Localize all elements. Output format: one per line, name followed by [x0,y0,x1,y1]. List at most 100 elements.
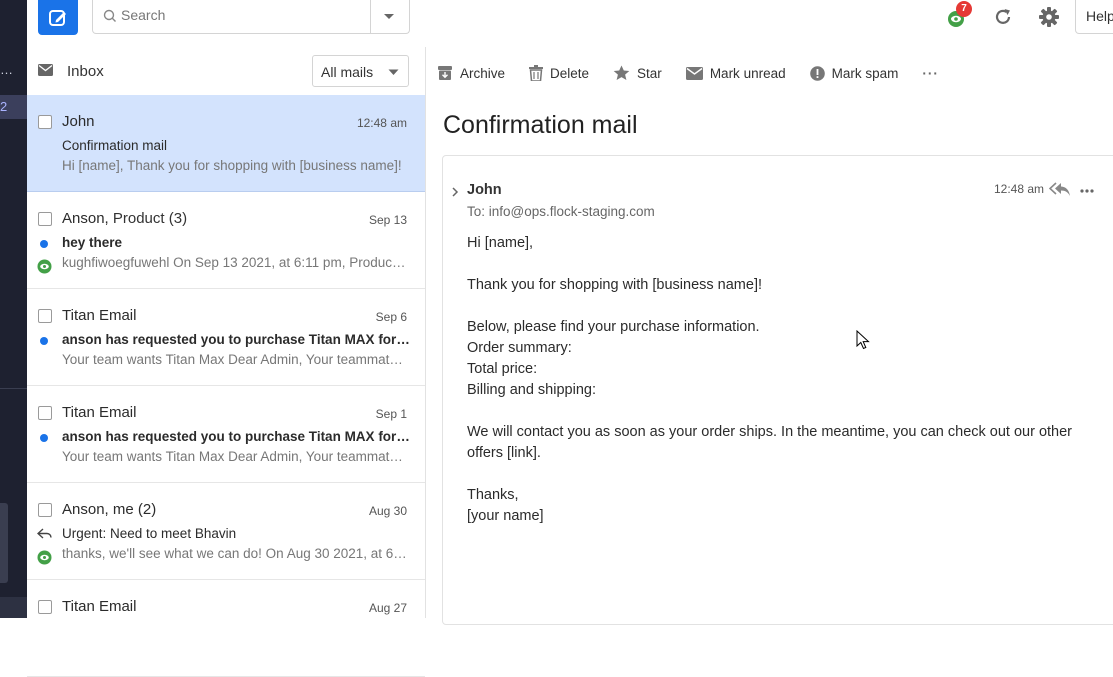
body-line: We will contact you as soon as your orde… [467,424,1073,461]
body-line: Thanks, [467,487,519,503]
mail-row[interactable]: Titan Email Sep 1 anson has requested yo… [27,386,425,483]
row-sender: Anson, me (2) [62,501,157,518]
mail-row[interactable]: Anson, me (2) Aug 30 Urgent: Need to mee… [27,483,425,580]
chevron-down-icon [388,69,399,75]
mail-row[interactable]: Anson, Product (3) Sep 13 hey there kugh… [27,192,425,289]
mark-spam-label: Mark spam [831,65,899,81]
mouse-cursor-icon [856,330,870,350]
row-sender: John [62,113,95,130]
body-line: Order summary: [467,340,572,356]
mark-unread-button[interactable]: Mark unread [685,65,786,81]
seen-eye-icon [37,259,52,274]
compose-icon [49,9,66,26]
row-checkbox[interactable] [38,406,52,420]
archive-label: Archive [460,65,506,81]
row-checkbox[interactable] [38,600,52,614]
row-sender-primary: Anson, [62,210,109,227]
mark-unread-label: Mark unread [709,65,786,81]
rail-footer [0,597,27,618]
body-line [467,401,1107,422]
message-time: 12:48 am [994,182,1045,196]
row-preview: Your team wants Titan Max Dear Admin, Yo… [62,352,407,367]
envelope-icon [38,64,53,76]
row-checkbox[interactable] [38,309,52,323]
mark-spam-button[interactable]: Mark spam [809,65,899,81]
row-checkbox[interactable] [38,212,52,226]
star-button[interactable]: Star [613,65,662,81]
row-date: Sep 13 [368,213,407,227]
row-preview: Your team wants Titan Max Dear Admin, Yo… [62,449,407,464]
row-date: Sep 6 [375,310,407,324]
row-sender: Titan Email [62,307,137,324]
row-sender: Anson, Product (3) [62,210,187,227]
star-label: Star [637,65,662,81]
archive-icon [438,66,452,80]
message-body: Hi [name], Thank you for shopping with [… [467,233,1107,527]
body-line [467,296,1107,317]
row-subject: anson has requested you to purchase Tita… [62,332,412,347]
search-bar[interactable] [92,0,410,34]
alert-icon [809,65,825,81]
search-input[interactable] [121,7,361,23]
body-line: Hi [name], [467,235,534,251]
notification-badge: 7 [956,1,972,17]
star-icon [613,65,630,80]
body-line [467,464,1107,485]
gear-icon[interactable] [1038,6,1060,28]
rail-divider [0,388,27,389]
body-line: Thank you for shopping with [business na… [467,277,762,293]
mail-row[interactable]: Titan Email Aug 27 [27,580,425,677]
chevron-down-icon[interactable] [383,13,395,21]
unread-dot [40,337,48,345]
folder-title: Inbox [67,63,104,80]
row-subject: Urgent: Need to meet Bhavin [62,526,237,541]
compose-button[interactable] [38,0,78,35]
replied-icon [37,528,52,539]
body-line: Below, please find your purchase informa… [467,319,760,335]
rail-selected-item[interactable]: 2 [0,95,27,119]
help-button[interactable]: Help [1075,0,1113,34]
mail-list-pane: Inbox All mails John 12:48 am Confirmati… [27,47,426,677]
delete-label: Delete [550,65,590,81]
notification-button[interactable]: 7 [946,1,972,28]
row-date: Sep 1 [375,407,407,421]
row-sender: Titan Email [62,598,137,615]
row-preview: thanks, we'll see what we can do! On Aug… [62,546,407,561]
chevron-right-icon[interactable] [451,186,459,198]
row-sender: Titan Email [62,404,137,421]
mail-row[interactable]: John 12:48 am Confirmation mail Hi [name… [27,95,425,192]
mail-filter-select[interactable]: All mails [312,55,409,87]
row-checkbox[interactable] [38,503,52,517]
archive-button[interactable]: Archive [437,65,505,81]
row-subject: anson has requested you to purchase Tita… [62,429,412,444]
left-rail: … 2 [0,0,27,618]
rail-fragment: … [0,62,13,77]
row-checkbox[interactable] [38,115,52,129]
message-subject: Confirmation mail [443,111,638,139]
refresh-icon[interactable] [992,6,1014,28]
trash-icon [529,65,544,81]
mail-filter-value: All mails [321,64,374,80]
seen-eye-icon [37,550,52,565]
rail-scroll-handle[interactable] [0,503,8,583]
row-date: Aug 30 [368,504,407,518]
search-divider [370,0,371,34]
more-options-icon[interactable] [1080,189,1094,193]
more-actions-button[interactable]: ··· [922,66,939,81]
unread-dot [40,240,48,248]
mail-list-header: Inbox All mails [27,47,426,95]
delete-button[interactable]: Delete [529,65,589,81]
mail-row[interactable]: Titan Email Sep 6 anson has requested yo… [27,289,425,386]
unread-dot [40,434,48,442]
row-preview: kughfiwoegfuwehl On Sep 13 2021, at 6:11… [62,255,407,270]
row-subject: hey there [62,235,123,250]
message-toolbar: Archive Delete Star Mark unread Mark spa… [437,60,963,86]
body-line [467,254,1107,275]
body-line: Billing and shipping: [467,382,596,398]
body-line: [your name] [467,508,544,524]
row-sender-extra: Product (3) [108,210,188,227]
message-card: John To: info@ops.flock-staging.com 12:4… [442,155,1113,625]
reply-all-icon[interactable] [1049,181,1071,197]
row-date: Aug 27 [368,601,407,615]
envelope-icon [685,66,703,80]
